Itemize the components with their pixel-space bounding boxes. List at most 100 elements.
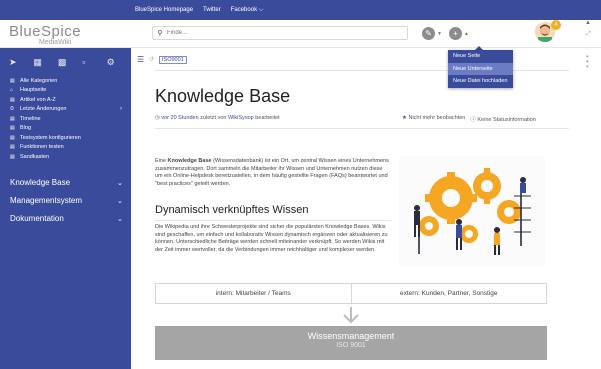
notification-badge[interactable]: 4 bbox=[551, 20, 561, 30]
sidebar-section-dokumentation[interactable]: Dokumentation ⌄ bbox=[0, 210, 131, 228]
arrow-down-icon bbox=[343, 307, 359, 324]
dropdown-item-upload-file[interactable]: Neue Datei hochladen bbox=[448, 75, 513, 88]
sidebar-item-hauptseite[interactable]: ⌂ Hauptseite bbox=[10, 86, 131, 96]
status-info[interactable]: ⓘ Keine Statusinformation bbox=[470, 115, 535, 123]
star-icon: ★ bbox=[402, 115, 407, 121]
expand-icon[interactable]: ⤢ bbox=[586, 31, 591, 38]
meta-text: zuletzt von bbox=[198, 115, 229, 121]
sidebar: ➤ ▦ ▩ ▫ ⚙ ▤ Alle Kategorien ⌂ Hauptseite… bbox=[0, 48, 131, 369]
divider bbox=[155, 220, 391, 221]
home-icon[interactable]: ↺ bbox=[149, 56, 159, 63]
sidebar-item-letzte-aenderungen[interactable]: ⏱ Letzte Änderungen › bbox=[10, 105, 131, 115]
sidebar-item-label: Testsystem konfigurieren bbox=[20, 134, 81, 141]
sidebar-item-label: Timeline bbox=[20, 115, 41, 122]
plus-icon[interactable]: + bbox=[449, 27, 462, 40]
edit-icon[interactable]: ✎ bbox=[422, 27, 435, 40]
intro-bold: Knowledge Base bbox=[167, 158, 212, 164]
top-link-twitter[interactable]: Twitter bbox=[203, 7, 221, 13]
clipboard-icon[interactable]: ▩ bbox=[58, 57, 82, 68]
sidebar-tool-icons: ➤ ▦ ▩ ▫ ⚙ bbox=[0, 48, 131, 76]
list-icon: ▤ bbox=[10, 115, 15, 122]
sidebar-item-alle-kategorien[interactable]: ▤ Alle Kategorien bbox=[10, 76, 131, 86]
sidebar-item-funktionen[interactable]: ▤ Funktionen testen bbox=[10, 143, 131, 153]
sidebar-item-label: Letzte Änderungen bbox=[20, 106, 67, 113]
sidebar-item-label: Sandkasten bbox=[20, 153, 50, 160]
sidebar-item-label: Hauptseite bbox=[20, 87, 47, 94]
history-icon: ⏱ bbox=[10, 106, 14, 113]
sidebar-item-blog[interactable]: ▤ Blog bbox=[10, 124, 131, 134]
watch-button[interactable]: ★ Nicht mehr beobachten bbox=[402, 115, 465, 123]
chevron-down-icon: ⌄ bbox=[117, 215, 123, 223]
chevron-down-icon: ⌄ bbox=[117, 179, 123, 187]
search-icon[interactable]: ⚲ bbox=[153, 29, 167, 37]
sidebar-item-label: Funktionen testen bbox=[20, 144, 64, 151]
sidebar-item-label: Artikel von A-Z bbox=[20, 96, 56, 103]
dropdown-item-new-subpage[interactable]: Neue Unterseite bbox=[448, 62, 513, 76]
meta-text: bearbeitet bbox=[253, 115, 280, 121]
gear-icon[interactable]: ⚙ bbox=[107, 57, 131, 68]
home-icon: ⌂ bbox=[10, 87, 14, 94]
new-content-dropdown: Neue Seite Neue Unterseite Neue Datei ho… bbox=[448, 50, 513, 88]
sidebar-section-label: Managementsystem bbox=[10, 196, 83, 205]
list-icon: ▤ bbox=[10, 96, 15, 103]
page-title: Knowledge Base bbox=[155, 86, 291, 106]
status-label: Keine Statusinformation bbox=[477, 117, 536, 123]
sidebar-item-sandkasten[interactable]: ▤ Sandkasten bbox=[10, 152, 131, 162]
logo[interactable]: BlueSpice MediaWiki bbox=[9, 23, 119, 46]
hamburger-icon[interactable]: ☰ bbox=[137, 55, 149, 64]
logo-main: BlueSpice bbox=[9, 23, 82, 40]
list-icon: ▤ bbox=[10, 77, 15, 84]
clock-icon: ◷ bbox=[155, 115, 160, 121]
table-cell-external: extern: Kunden, Partner, Sonstige bbox=[350, 284, 547, 303]
search-input[interactable] bbox=[167, 30, 397, 36]
edit-caret-icon[interactable]: ▼ bbox=[437, 31, 442, 37]
list-icon: ▤ bbox=[10, 144, 15, 151]
top-link-facebook[interactable]: Facebook ⌵ bbox=[231, 7, 264, 14]
knowledge-management-box: Wissensmanagement ISO 9001 bbox=[155, 326, 547, 360]
table-cell-internal: intern: Mitarbeiter / Teams bbox=[215, 290, 291, 297]
intro-paragraph: Eine Knowledge Base (Wissensdatenbank) i… bbox=[155, 158, 391, 188]
sidebar-section-knowledge-base[interactable]: Knowledge Base ⌄ bbox=[0, 174, 131, 192]
knowledge-illustration bbox=[399, 156, 545, 266]
sidebar-item-testsystem[interactable]: ▤ Testsystem konfigurieren bbox=[10, 133, 131, 143]
search-box: ⚲ bbox=[152, 26, 408, 40]
sidebar-items: ▤ Alle Kategorien ⌂ Hauptseite ▤ Artikel… bbox=[0, 76, 131, 162]
page-actions: ★ Nicht mehr beobachten ⓘ Keine Statusin… bbox=[402, 115, 536, 123]
list-icon: ▤ bbox=[10, 134, 15, 141]
section-paragraph: Die Wikipedia und ihre Schwesterprojekte… bbox=[155, 224, 388, 253]
kebab-menu-icon[interactable]: • • • bbox=[586, 53, 589, 71]
sidebar-item-label: Alle Kategorien bbox=[20, 77, 58, 84]
trash-icon[interactable]: ▫ bbox=[82, 57, 106, 67]
divider bbox=[155, 128, 569, 129]
box-title: Wissensmanagement bbox=[307, 331, 395, 341]
dropdown-item-new-page[interactable]: Neue Seite bbox=[448, 50, 513, 63]
collapse-up-icon[interactable]: ▲ bbox=[585, 20, 591, 26]
sidebar-section-managementsystem[interactable]: Managementsystem ⌄ bbox=[0, 192, 131, 210]
sidebar-item-label: Blog bbox=[20, 125, 32, 132]
top-link-homepage[interactable]: BlueSpice Homepage bbox=[135, 7, 193, 13]
section-heading: Dynamisch verknüpftes Wissen bbox=[155, 204, 309, 216]
books-icon[interactable]: ▦ bbox=[33, 57, 57, 68]
plus-caret-icon[interactable]: ▲ bbox=[464, 31, 469, 37]
box-subtitle: ISO 9001 bbox=[336, 342, 366, 349]
sidebar-section-label: Knowledge Base bbox=[10, 178, 71, 187]
sidebar-item-artikel[interactable]: ▤ Artikel von A-Z bbox=[10, 95, 131, 105]
chevron-right-icon[interactable]: › bbox=[120, 106, 122, 112]
last-edit-time-link[interactable]: vor 20 Stunden bbox=[161, 115, 198, 121]
chevron-down-icon: ⌄ bbox=[117, 197, 123, 205]
header: BlueSpice MediaWiki ⚲ ✎ ▼ + ▲ bbox=[0, 20, 601, 48]
main-content: ☰ ↺ ISO9001 • • • Knowledge Base ◷ vor 20 … bbox=[131, 48, 601, 369]
top-links: BlueSpice Homepage Twitter Facebook ⌵ bbox=[135, 0, 263, 20]
breadcrumb: ☰ ↺ ISO9001 bbox=[137, 55, 187, 64]
info-icon: ⓘ bbox=[470, 117, 476, 123]
page-meta: ◷ vor 20 Stunden zuletzt von WikiSysop b… bbox=[155, 115, 280, 121]
sidebar-item-timeline[interactable]: ▤ Timeline bbox=[10, 114, 131, 124]
breadcrumb-tag[interactable]: ISO9001 bbox=[159, 55, 187, 64]
sidebar-section-label: Dokumentation bbox=[10, 214, 64, 223]
list-icon: ▤ bbox=[10, 153, 15, 160]
audience-table: intern: Mitarbeiter / Teams extern: Kund… bbox=[155, 283, 547, 304]
watch-label: Nicht mehr beobachten bbox=[408, 115, 466, 121]
list-icon: ▤ bbox=[10, 125, 15, 132]
navigation-icon[interactable]: ➤ bbox=[9, 57, 33, 68]
last-editor-link[interactable]: WikiSysop bbox=[228, 115, 254, 121]
